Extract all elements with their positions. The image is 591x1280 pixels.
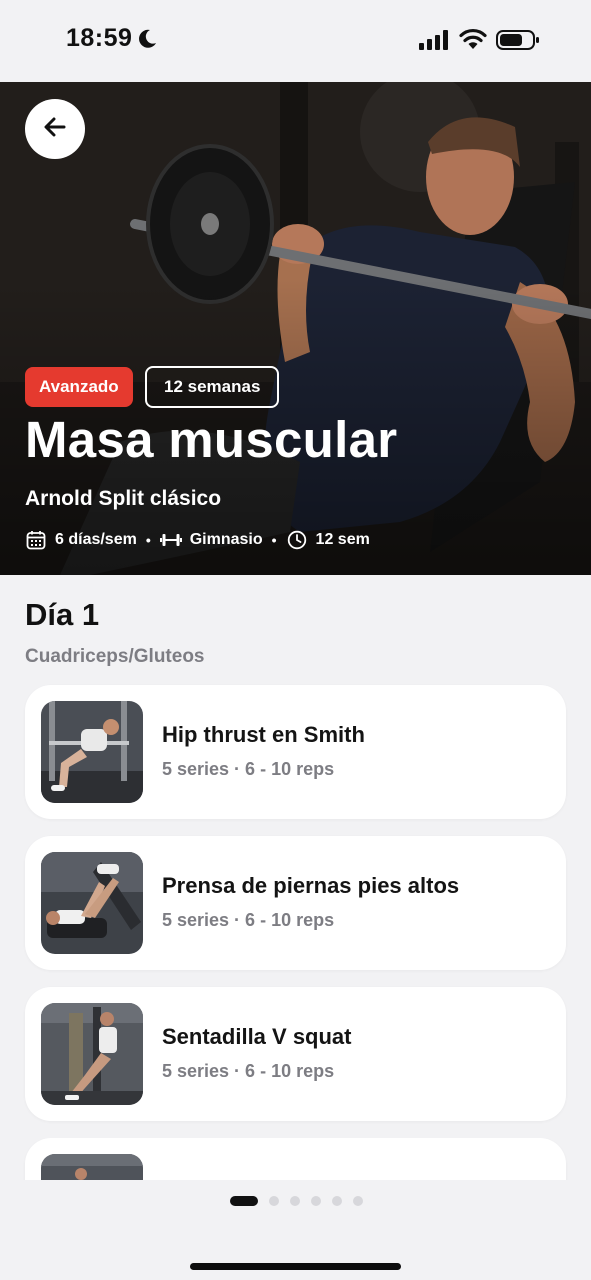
battery-icon: [496, 29, 540, 51]
clock-icon: [286, 529, 308, 551]
wifi-icon: [459, 28, 487, 50]
exercise-thumbnail: [41, 1003, 143, 1105]
day-subtitle: Cuadriceps/Gluteos: [25, 646, 205, 667]
program-subtitle: Arnold Split clásico: [25, 487, 222, 510]
page-dot[interactable]: [311, 1196, 321, 1206]
meta-duration: 12 sem: [315, 531, 370, 548]
status-bar: 18:59: [0, 0, 591, 82]
hero-banner: Avanzado 12 semanas Masa muscular Arnold…: [0, 82, 591, 575]
home-indicator[interactable]: [190, 1263, 401, 1270]
status-time: 18:59: [66, 24, 133, 52]
program-title: Masa muscular: [25, 411, 398, 468]
exercise-card[interactable]: [25, 1138, 566, 1180]
exercise-detail: 5 series · 6 - 10 reps: [162, 910, 335, 930]
cellular-signal-icon: [419, 30, 449, 50]
exercise-thumbnail: [41, 1154, 143, 1180]
day-title: Día 1: [25, 597, 100, 632]
page-dot[interactable]: [353, 1196, 363, 1206]
arrow-left-icon: [42, 114, 68, 145]
level-badge: Avanzado: [25, 367, 133, 407]
page-indicator[interactable]: [230, 1196, 363, 1206]
scroll-clip: [0, 1138, 591, 1180]
exercise-thumbnail: [41, 852, 143, 954]
exercise-card[interactable]: Sentadilla V squat 5 series · 6 - 10 rep…: [25, 987, 566, 1121]
back-button[interactable]: [25, 99, 85, 159]
exercise-thumbnail: [41, 701, 143, 803]
exercise-name: Hip thrust en Smith: [162, 722, 365, 747]
moon-icon: [136, 28, 158, 50]
dumbbell-icon: [159, 529, 182, 551]
page-dot[interactable]: [269, 1196, 279, 1206]
page-dot[interactable]: [332, 1196, 342, 1206]
exercise-card[interactable]: Hip thrust en Smith 5 series · 6 - 10 re…: [25, 685, 566, 819]
separator-dot: •: [145, 532, 151, 548]
exercise-card[interactable]: Prensa de piernas pies altos 5 series · …: [25, 836, 566, 970]
exercise-name: Prensa de piernas pies altos: [162, 873, 460, 898]
meta-place: Gimnasio: [189, 531, 263, 548]
exercise-detail: 5 series · 6 - 10 reps: [162, 1061, 335, 1081]
meta-days: 6 días/sem: [55, 531, 137, 548]
exercise-name: Sentadilla V squat: [162, 1024, 352, 1049]
program-meta: 6 días/sem • Gimnasio • 12 sem: [25, 528, 370, 552]
separator-dot: •: [271, 532, 277, 548]
weeks-badge: 12 semanas: [145, 366, 280, 408]
page-dot-active[interactable]: [230, 1196, 258, 1206]
bottom-bar: [0, 1180, 591, 1280]
calendar-icon: [25, 529, 47, 551]
exercise-detail: 5 series · 6 - 10 reps: [162, 759, 335, 779]
page-dot[interactable]: [290, 1196, 300, 1206]
